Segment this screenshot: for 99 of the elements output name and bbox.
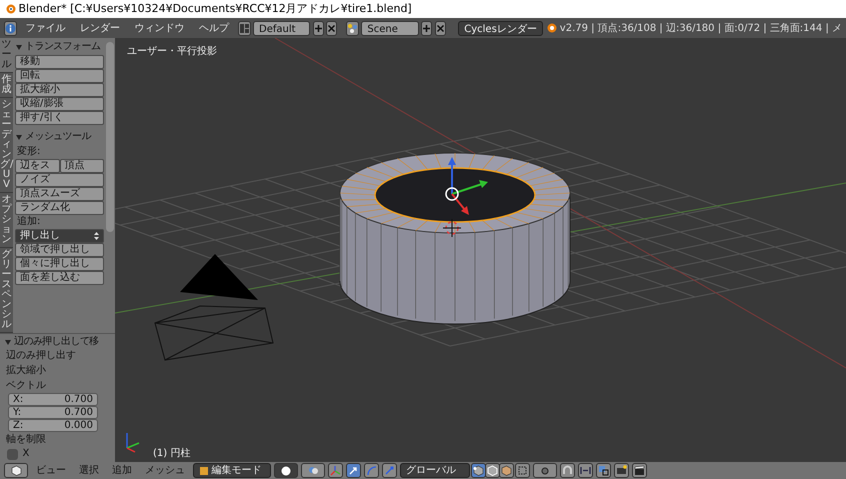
tool-button[interactable]: 移動 [15,55,104,69]
pivot-button[interactable] [301,463,325,478]
add-button[interactable] [312,20,324,36]
menu-item[interactable]: メッシュ [140,463,190,478]
tool-button[interactable]: 回転 [15,69,104,83]
shading-button[interactable] [274,463,298,478]
tool-button[interactable]: 辺をス [15,159,60,173]
menu-item[interactable]: 追加 [107,463,137,478]
section-label: 追加: [16,215,42,229]
panel-title[interactable]: 辺のみ押し出して移 [14,335,99,348]
cube-icon [10,465,22,476]
tool-button[interactable]: 拡大縮小 [15,83,104,97]
menu-item[interactable]: ヘルプ [193,20,235,36]
info-icon [5,22,16,34]
proportional-button[interactable] [533,463,557,478]
cursor-3d-icon [442,218,462,238]
axes-icon [330,465,341,476]
tool-button[interactable]: 押す/引く [15,111,104,125]
app-logo-icon [4,3,16,15]
tool-button[interactable]: 頂点 [60,159,104,173]
scrollbar[interactable] [106,42,114,232]
view-label: ユーザー・平行投影 [127,44,217,59]
render-button[interactable] [614,463,629,478]
tool-button[interactable]: 面を差し込む [15,271,104,285]
transform-gizmo-drawing [445,157,488,215]
sidebar-tab[interactable]: ツール [0,38,13,73]
sidebar-tab[interactable]: グリースペンシル [0,248,13,333]
number-field[interactable]: Y: 0.700 [8,406,98,419]
select-mode-button[interactable] [499,463,514,478]
tool-button[interactable]: ノイズ [15,173,104,187]
add-button[interactable] [421,20,432,36]
section-label: 変形: [16,145,42,159]
menu-item[interactable]: 選択 [74,463,104,478]
tool-button[interactable]: 頂点スムーズ [15,187,104,201]
sidebar-tab[interactable]: シェーディング/UV [0,98,13,193]
property-label: ベクトル [5,379,47,393]
layout-field[interactable]: Default [253,20,310,36]
face-mode-icon [501,465,512,476]
stats-text: v2.79 | 頂点:36/108 | 辺:36/180 | 面:0/72 | 三角面:144 | メ [560,22,842,36]
menu-item[interactable]: ファイル [20,20,72,36]
mode-dropdown[interactable]: 編集モード [193,463,271,478]
tool-button[interactable]: 個々に押し出し [15,257,104,271]
vertex-mode-icon [473,465,484,476]
object-label: (1) 円柱 [153,446,190,461]
occlusion-button[interactable] [515,463,530,478]
panel-title[interactable]: メッシュツール [25,130,91,143]
snap-increment-icon [580,465,591,476]
manipulator-button[interactable] [328,463,343,478]
window-title: Blender* [C:¥Users¥10324¥Documents¥RCC¥12月アドカレ¥tire1.blend] [18,1,412,17]
camera-icon [616,465,627,476]
axis-gizmo-icon [126,433,140,453]
number-field[interactable]: X: 0.700 [8,393,98,406]
panel-title[interactable]: トランスフォーム [25,40,100,53]
close-icon [327,24,336,32]
magnet-icon [562,465,573,476]
number-field[interactable]: Z: 0.000 [8,419,98,432]
menu-item[interactable]: レンダー [74,20,126,36]
extrude-dropdown[interactable]: 押し出し [15,229,104,243]
orientation-dropdown[interactable]: グローバル [400,463,470,478]
snap-element-button[interactable] [578,463,593,478]
arc-icon [366,465,377,476]
sphere-icon [281,466,291,476]
scene-field[interactable]: Scene [361,20,419,36]
snap-target-button[interactable] [596,463,611,478]
circle-icon [540,466,550,476]
layout-button[interactable] [238,20,250,36]
clapper-icon [634,465,645,476]
menu-item[interactable]: ビュー [31,463,71,478]
close-button[interactable] [434,20,446,36]
scene-icon [346,22,358,34]
render-engine-dropdown[interactable]: Cyclesレンダー [458,20,543,36]
editor-type-button[interactable] [4,463,28,478]
sidebar-tab[interactable]: オプション [0,193,13,248]
snap-target-icon [598,465,609,476]
sidebar-tab[interactable]: 作成 [0,73,13,98]
updown-arrow-icon [94,232,99,240]
property-label: 辺のみ押し出す [5,348,77,363]
app-logo-icon [545,22,558,34]
snap-button[interactable] [560,463,575,478]
close-icon [436,24,445,32]
render-animation-button[interactable] [632,463,647,478]
checkbox-label: X [22,447,30,461]
tool-button[interactable]: 領域で押し出し [15,243,104,257]
checkbox[interactable] [7,448,18,460]
property-label: 軸を制限 [5,432,47,447]
tool-button[interactable]: 収縮/膨張 [15,97,104,111]
editor-type-button[interactable] [4,20,17,36]
menu-item[interactable]: ウィンドウ [128,20,190,36]
close-button[interactable] [326,20,338,36]
tool-button[interactable]: ランダム化 [15,201,104,215]
edge-mode-icon [487,465,498,476]
plus-icon [422,24,432,32]
scale-icon [384,465,395,476]
arrow-icon [348,465,359,476]
plus-icon [314,24,323,32]
scene-button[interactable] [346,20,359,36]
property-label: 拡大縮小 [5,364,47,378]
layout-icon [238,22,250,34]
transform-tool-button[interactable] [346,463,361,478]
